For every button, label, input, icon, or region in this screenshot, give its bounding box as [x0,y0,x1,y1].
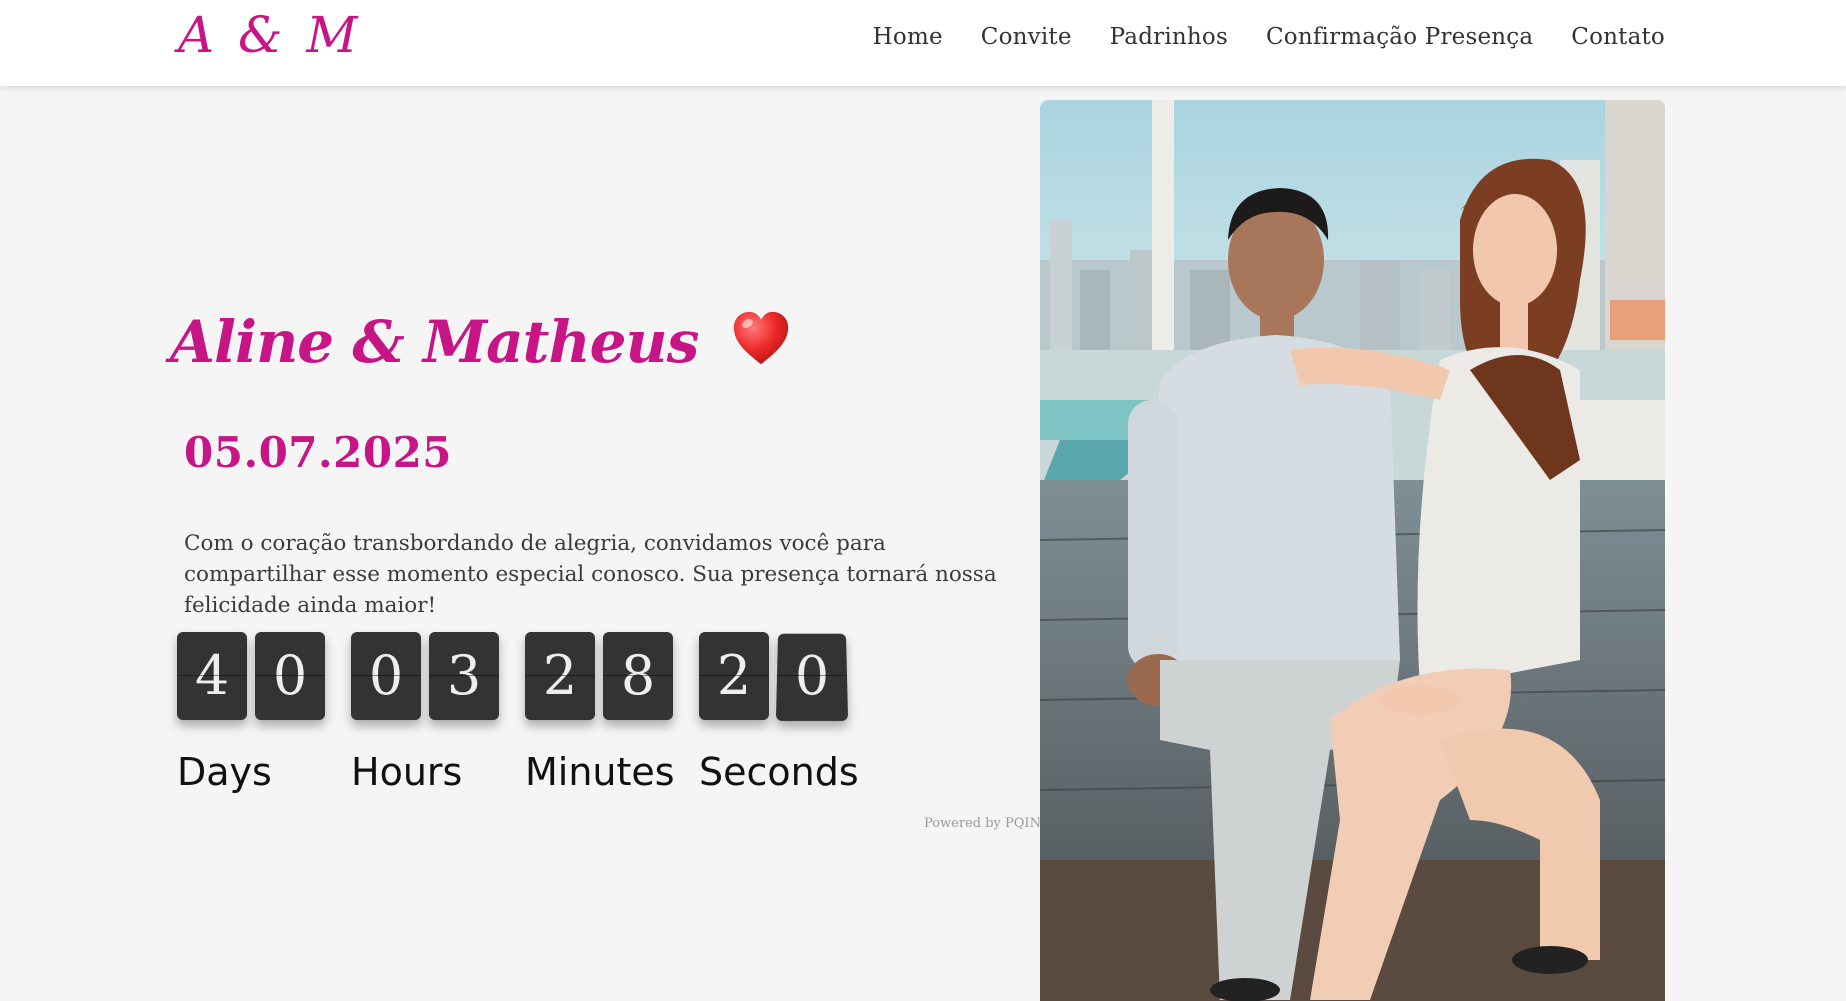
couple-photo-illustration [1040,100,1665,1001]
top-navbar: A & M Home Convite Padrinhos Confirmação… [0,0,1846,86]
days-digit-1: 4 [177,632,247,720]
nav-link-confirmacao-presenca[interactable]: Confirmação Presença [1266,24,1533,50]
nav-link-contato[interactable]: Contato [1571,24,1665,50]
couple-names-text: Aline & Matheus [170,308,699,376]
minutes-digit-2: 8 [603,632,673,720]
couple-photo [1040,100,1665,1001]
countdown-minutes: 2 8 Minutes [525,632,675,794]
nav-link-padrinhos[interactable]: Padrinhos [1110,24,1228,50]
countdown-seconds: 2 0 Seconds [699,632,859,794]
days-label: Days [177,750,272,794]
seconds-digit-2: 0 [775,633,849,721]
heart-icon [730,308,792,370]
countdown-days: 4 0 Days [177,632,325,794]
brand-logo[interactable]: A & M [178,6,362,64]
minutes-label: Minutes [525,750,675,794]
nav-link-convite[interactable]: Convite [981,24,1072,50]
seconds-label: Seconds [699,750,859,794]
invitation-message: Com o coração transbordando de alegria, … [184,530,997,618]
nav-link-home[interactable]: Home [873,24,943,50]
hours-digit-1: 0 [351,632,421,720]
powered-by-link[interactable]: Powered by PQINA [924,816,1050,831]
seconds-digit-1: 2 [699,632,769,720]
countdown-timer: 4 0 Days 0 3 Hours 2 8 Minutes 2 0 Secon… [177,632,859,794]
hours-digit-2: 3 [429,632,499,720]
main-nav: Home Convite Padrinhos Confirmação Prese… [873,24,1665,50]
couple-names-heading: Aline & Matheus [170,308,792,376]
countdown-hours: 0 3 Hours [351,632,499,794]
wedding-date: 05.07.2025 [184,428,453,477]
hours-label: Hours [351,750,463,794]
days-digit-2: 0 [255,632,325,720]
minutes-digit-1: 2 [525,632,595,720]
